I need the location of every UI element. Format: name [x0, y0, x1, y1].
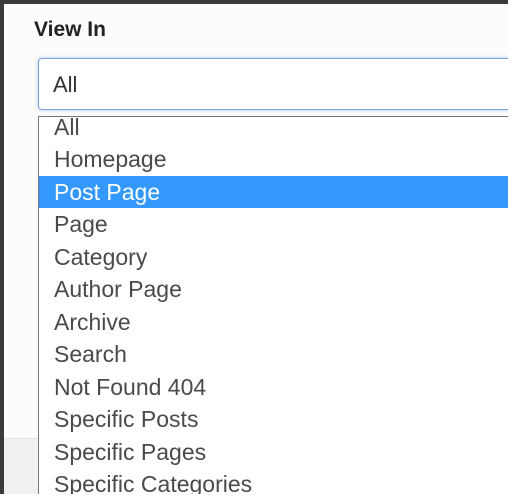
option-specific-pages[interactable]: Specific Pages: [39, 436, 508, 469]
view-in-select[interactable]: All: [38, 58, 508, 110]
select-current-value: All: [53, 72, 78, 97]
option-page[interactable]: Page: [39, 208, 508, 241]
option-homepage[interactable]: Homepage: [39, 143, 508, 176]
settings-panel: View In All All Homepage Post Page Page …: [0, 0, 508, 494]
option-search[interactable]: Search: [39, 338, 508, 371]
option-all[interactable]: All: [39, 117, 508, 143]
option-category[interactable]: Category: [39, 241, 508, 274]
option-not-found-404[interactable]: Not Found 404: [39, 371, 508, 404]
option-author-page[interactable]: Author Page: [39, 273, 508, 306]
option-post-page[interactable]: Post Page: [39, 175, 508, 208]
option-specific-posts[interactable]: Specific Posts: [39, 403, 508, 436]
view-in-label: View In: [34, 18, 106, 41]
option-archive[interactable]: Archive: [39, 306, 508, 339]
option-specific-categories[interactable]: Specific Categories: [39, 468, 508, 494]
background-panel: [4, 438, 38, 494]
view-in-dropdown-list[interactable]: All Homepage Post Page Page Category Aut…: [38, 116, 508, 494]
